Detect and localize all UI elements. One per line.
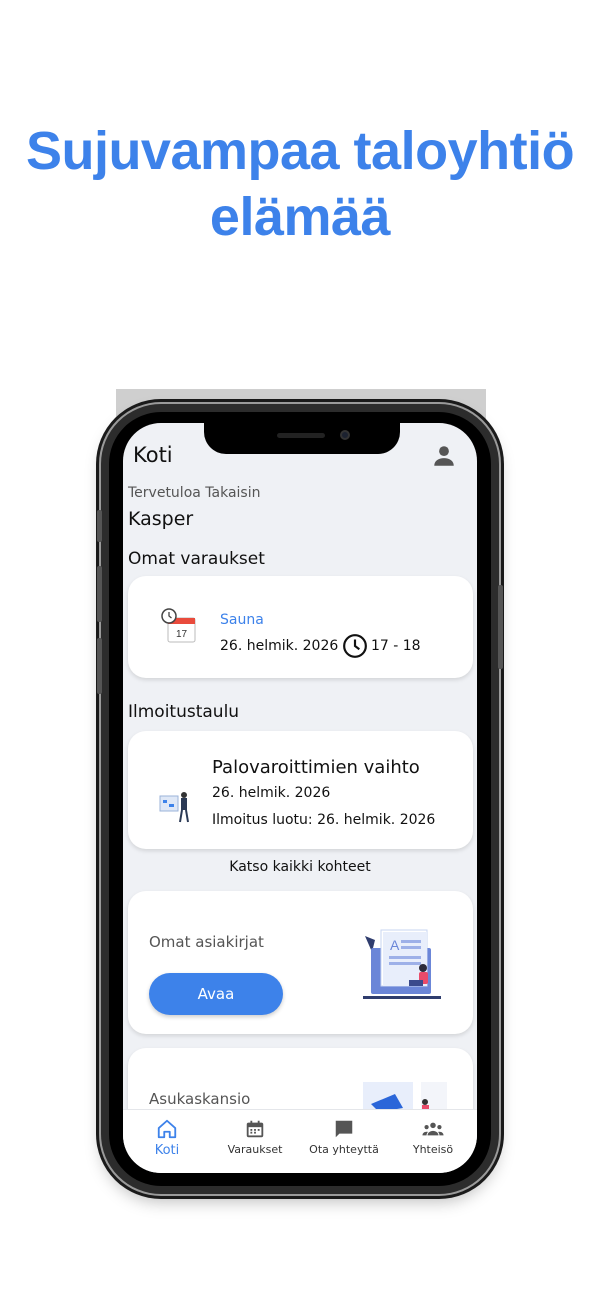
volume-down-button	[97, 638, 102, 694]
noticeboard-heading: Ilmoitustaulu	[128, 702, 240, 722]
nav-label-reservations: Varaukset	[227, 1143, 283, 1156]
headline-line-1: Sujuvampaa taloyhtiö	[25, 121, 575, 181]
nav-item-reservations[interactable]: Varaukset	[211, 1110, 299, 1156]
folder-illustration	[363, 1082, 447, 1112]
app-screen: Koti Tervetuloa Takaisin Kasper Omat var…	[123, 423, 477, 1173]
headline: Sujuvampaa taloyhtiö elämää	[0, 118, 600, 250]
chat-icon	[335, 1120, 353, 1138]
page-title: Koti	[133, 443, 173, 467]
reservations-heading: Omat varaukset	[128, 549, 265, 569]
resident-folder-title: Asukaskansio	[149, 1090, 251, 1108]
mute-switch	[97, 510, 102, 542]
reservation-card[interactable]: 17 Sauna 26. helmik. 2026 17 - 18	[128, 576, 473, 678]
nav-label-home: Koti	[154, 1143, 180, 1158]
reservation-name: Sauna	[220, 612, 264, 628]
volume-up-button	[97, 566, 102, 622]
home-icon	[157, 1119, 177, 1139]
open-documents-button[interactable]: Avaa	[149, 973, 283, 1015]
nav-item-home[interactable]: Koti	[123, 1110, 211, 1158]
headline-line-2: elämää	[209, 187, 391, 247]
nav-item-contact[interactable]: Ota yhteyttä	[300, 1110, 388, 1156]
power-button	[498, 585, 503, 669]
reservation-date: 26. helmik. 2026	[220, 638, 339, 654]
clock-icon	[343, 634, 367, 658]
documents-title: Omat asiakirjat	[149, 933, 264, 951]
notice-created: Ilmoitus luotu: 26. helmik. 2026	[212, 812, 436, 828]
calendar-icon	[246, 1120, 264, 1138]
group-icon	[422, 1122, 444, 1136]
nav-label-contact: Ota yhteyttä	[309, 1143, 379, 1156]
documents-card[interactable]: Omat asiakirjat Avaa A	[128, 891, 473, 1034]
notice-date: 26. helmik. 2026	[212, 785, 331, 801]
svg-text:A: A	[390, 937, 400, 953]
user-name: Kasper	[128, 508, 194, 530]
phone-notch	[204, 423, 400, 454]
documents-illustration: A	[363, 929, 441, 999]
svg-text:17: 17	[176, 629, 188, 640]
reservation-time: 17 - 18	[371, 638, 421, 654]
front-camera	[340, 430, 350, 440]
calendar-alarm-icon: 17	[161, 608, 196, 643]
speaker-grille	[277, 433, 325, 438]
person-icon[interactable]	[431, 443, 457, 469]
notice-card[interactable]: Palovaroittimien vaihto 26. helmik. 2026…	[128, 731, 473, 849]
nav-label-community: Yhteisö	[412, 1143, 454, 1156]
notice-title: Palovaroittimien vaihto	[212, 757, 420, 778]
bottom-navigation: Koti Varaukset Ota yhteyttä Yhteisö	[123, 1109, 477, 1173]
welcome-text: Tervetuloa Takaisin	[128, 485, 261, 501]
see-all-link[interactable]: Katso kaikki kohteet	[123, 859, 477, 875]
presentation-illustration	[159, 792, 189, 823]
nav-item-community[interactable]: Yhteisö	[389, 1110, 477, 1156]
